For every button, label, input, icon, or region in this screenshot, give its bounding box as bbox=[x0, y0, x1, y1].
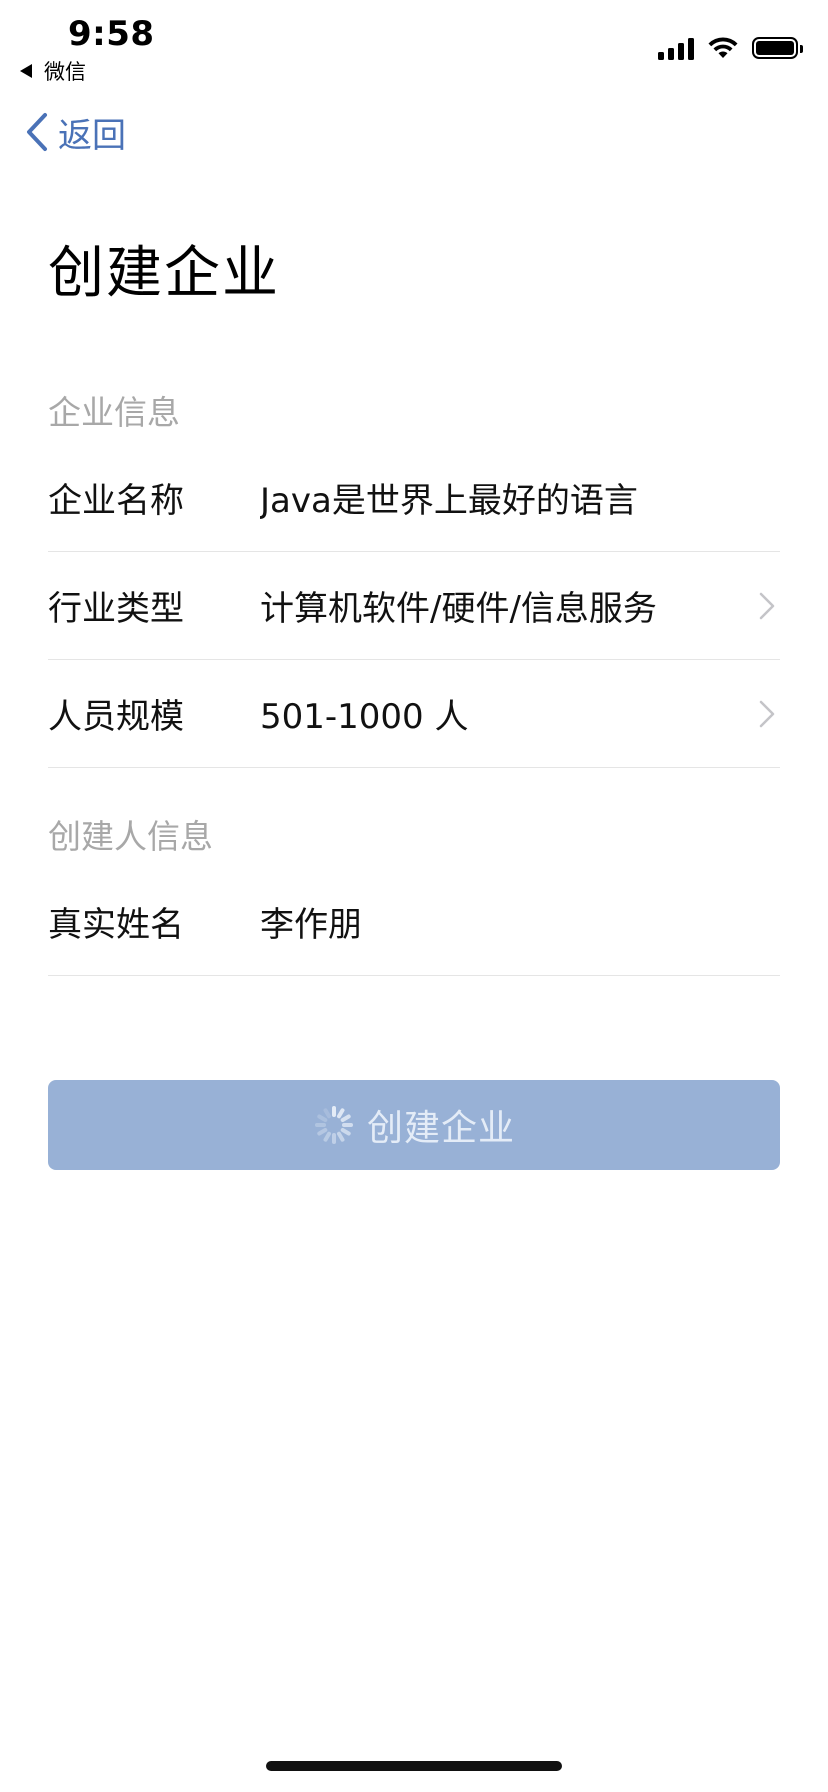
nav-back-button[interactable]: 返回 bbox=[24, 106, 126, 158]
industry-type-field[interactable]: 行业类型 计算机软件/硬件/信息服务 bbox=[48, 552, 780, 660]
create-company-button[interactable]: 创建企业 bbox=[48, 1080, 780, 1170]
real-name-field[interactable]: 真实姓名 李作朋 bbox=[48, 868, 780, 976]
industry-type-label: 行业类型 bbox=[48, 589, 184, 629]
status-back-to-app[interactable]: 微信 bbox=[20, 56, 86, 86]
battery-icon bbox=[752, 37, 803, 59]
cellular-signal-icon bbox=[658, 36, 694, 60]
company-name-field[interactable]: 企业名称 Java是世界上最好的语言 bbox=[48, 444, 780, 552]
company-name-label: 企业名称 bbox=[48, 481, 184, 521]
back-triangle-icon bbox=[20, 64, 32, 78]
status-back-app-label: 微信 bbox=[44, 60, 86, 84]
industry-type-value: 计算机软件/硬件/信息服务 bbox=[260, 589, 657, 629]
page-title: 创建企业 bbox=[48, 241, 280, 306]
home-indicator[interactable] bbox=[266, 1761, 562, 1771]
real-name-label: 真实姓名 bbox=[48, 905, 184, 945]
real-name-value[interactable]: 李作朋 bbox=[260, 897, 780, 946]
chevron-right-icon bbox=[759, 700, 775, 727]
create-company-button-label: 创建企业 bbox=[366, 1107, 515, 1148]
staff-size-field[interactable]: 人员规模 501-1000 人 bbox=[48, 660, 780, 768]
wifi-icon bbox=[708, 37, 738, 58]
nav-back-label: 返回 bbox=[58, 115, 126, 156]
section-header-company-info: 企业信息 bbox=[48, 393, 180, 432]
chevron-right-icon bbox=[759, 592, 775, 619]
section-header-creator-info: 创建人信息 bbox=[48, 817, 213, 856]
company-name-value[interactable]: Java是世界上最好的语言 bbox=[260, 473, 780, 522]
chevron-left-icon bbox=[27, 113, 47, 151]
spinner-icon bbox=[314, 1106, 353, 1144]
staff-size-label: 人员规模 bbox=[48, 697, 184, 737]
staff-size-value: 501-1000 人 bbox=[260, 697, 469, 737]
status-time: 9:58 bbox=[68, 14, 155, 54]
status-indicators bbox=[658, 36, 803, 60]
